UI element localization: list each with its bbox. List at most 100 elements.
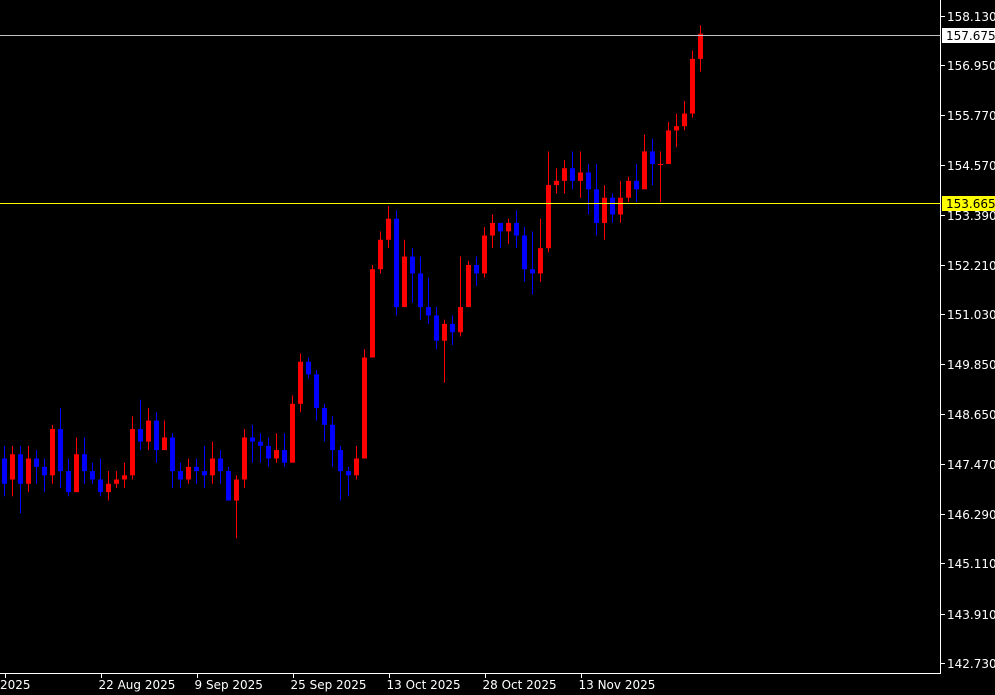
price-tick-label: 143.910 [947, 608, 995, 622]
candle-body-down [586, 172, 591, 190]
candle-body-up [538, 248, 543, 274]
candle-body-down [410, 256, 415, 274]
candle-body-down [634, 180, 639, 190]
time-tick-label: 13 Oct 2025 [387, 678, 461, 692]
candle-body-down [570, 168, 575, 181]
price-tick-label: 155.770 [947, 109, 995, 123]
candle-body-down [426, 307, 431, 316]
candle-body-down [394, 218, 399, 308]
candle-body-down [170, 437, 175, 472]
candle-body-up [386, 218, 391, 240]
candle-body-down [434, 315, 439, 341]
candle-body-down [266, 445, 271, 459]
candle-body-up [466, 264, 471, 308]
price-tick-label: 146.290 [947, 508, 995, 522]
candle-body-down [42, 466, 47, 476]
candle-body-up [674, 126, 679, 131]
price-tick-label: 152.210 [947, 259, 995, 273]
candle-body-up [642, 151, 647, 190]
candle-body-down [522, 235, 527, 270]
time-tick-label: 9 Sep 2025 [195, 678, 263, 692]
candle-body-up [698, 33, 703, 59]
candle-body-down [450, 323, 455, 333]
candle-body-down [346, 471, 351, 476]
candle-body-up [562, 168, 567, 181]
candle-body-down [66, 471, 71, 493]
candle-body-up [122, 475, 127, 480]
candle-body-down [98, 479, 103, 493]
candle-body-up [50, 429, 55, 476]
candle-body-down [594, 189, 599, 223]
candle-body-up [602, 197, 607, 223]
candle-body-down [530, 269, 535, 274]
candle-body-down [218, 458, 223, 472]
candle-body-up [666, 130, 671, 165]
candle-body-up [682, 113, 687, 127]
price-tick-label: 156.950 [947, 59, 995, 73]
candle-body-down [418, 273, 423, 308]
candle-body-up [658, 164, 663, 166]
candle-body-up [690, 58, 695, 114]
candle-body-down [330, 424, 335, 451]
candle-body-down [498, 222, 503, 232]
candle-body-down [282, 450, 287, 463]
candle-body-up [274, 450, 279, 459]
price-tick-label: 158.130 [947, 10, 995, 24]
candle-body-down [474, 264, 479, 274]
candle-body-up [458, 307, 463, 333]
candle-body-down [82, 454, 87, 472]
candle-body-down [250, 437, 255, 442]
current-price-label: 153.665 [946, 197, 995, 211]
candle-body-up [186, 466, 191, 480]
candle-body-up [506, 222, 511, 232]
time-tick-label: 22 Aug 2025 [99, 678, 176, 692]
high-price-label: 157.675 [946, 29, 995, 43]
price-tick-label: 154.570 [947, 159, 995, 173]
candle-body-down [202, 471, 207, 476]
candle-body-up [242, 437, 247, 480]
candle-body-up [298, 361, 303, 404]
candle-body-up [482, 235, 487, 274]
candle-body-up [234, 479, 239, 501]
candle-body-up [490, 222, 495, 236]
candle-body-down [514, 222, 519, 236]
candle-body-down [2, 458, 7, 484]
price-tick-label: 145.110 [947, 557, 995, 571]
candle-body-up [114, 479, 119, 484]
candle-body-up [370, 269, 375, 358]
candlestick-chart: 158.130 156.950 155.770 154.570 153.390 152.2… [0, 0, 995, 695]
candle-body-up [290, 403, 295, 463]
candle-body-down [226, 471, 231, 501]
candle-body-down [258, 441, 263, 446]
candle-body-up [442, 323, 447, 341]
candle-body-up [362, 357, 367, 459]
price-tick-label: 147.470 [947, 458, 995, 472]
time-tick-label: 28 Oct 2025 [483, 678, 557, 692]
candle-body-up [146, 420, 151, 442]
candle-body-up [554, 180, 559, 186]
candle-body-down [610, 197, 615, 215]
candle-body-up [26, 458, 31, 484]
price-tick-label: 148.650 [947, 408, 995, 422]
time-tick-label: 25 Sep 2025 [291, 678, 367, 692]
candle-body-up [402, 256, 407, 308]
candle-body-up [210, 458, 215, 476]
candle-body-up [354, 458, 359, 476]
price-tick-label: 149.850 [947, 358, 995, 372]
candle-body-up [618, 197, 623, 215]
time-tick-label: 13 Nov 2025 [579, 678, 656, 692]
candle-body-down [138, 429, 143, 442]
candle-body-down [322, 408, 327, 425]
candle-body-up [10, 454, 15, 480]
candle-body-up [106, 483, 111, 493]
candle-body-up [546, 185, 551, 249]
candle-body-down [178, 471, 183, 480]
candle-body-down [314, 374, 319, 409]
candle-body-up [578, 172, 583, 181]
candle-body-down [58, 429, 63, 472]
price-tick-label: 153.390 [947, 209, 995, 223]
candle-body-down [306, 361, 311, 375]
candle-body-down [18, 454, 23, 484]
price-tick-label: 142.730 [947, 657, 995, 671]
candle-body-down [154, 420, 159, 451]
